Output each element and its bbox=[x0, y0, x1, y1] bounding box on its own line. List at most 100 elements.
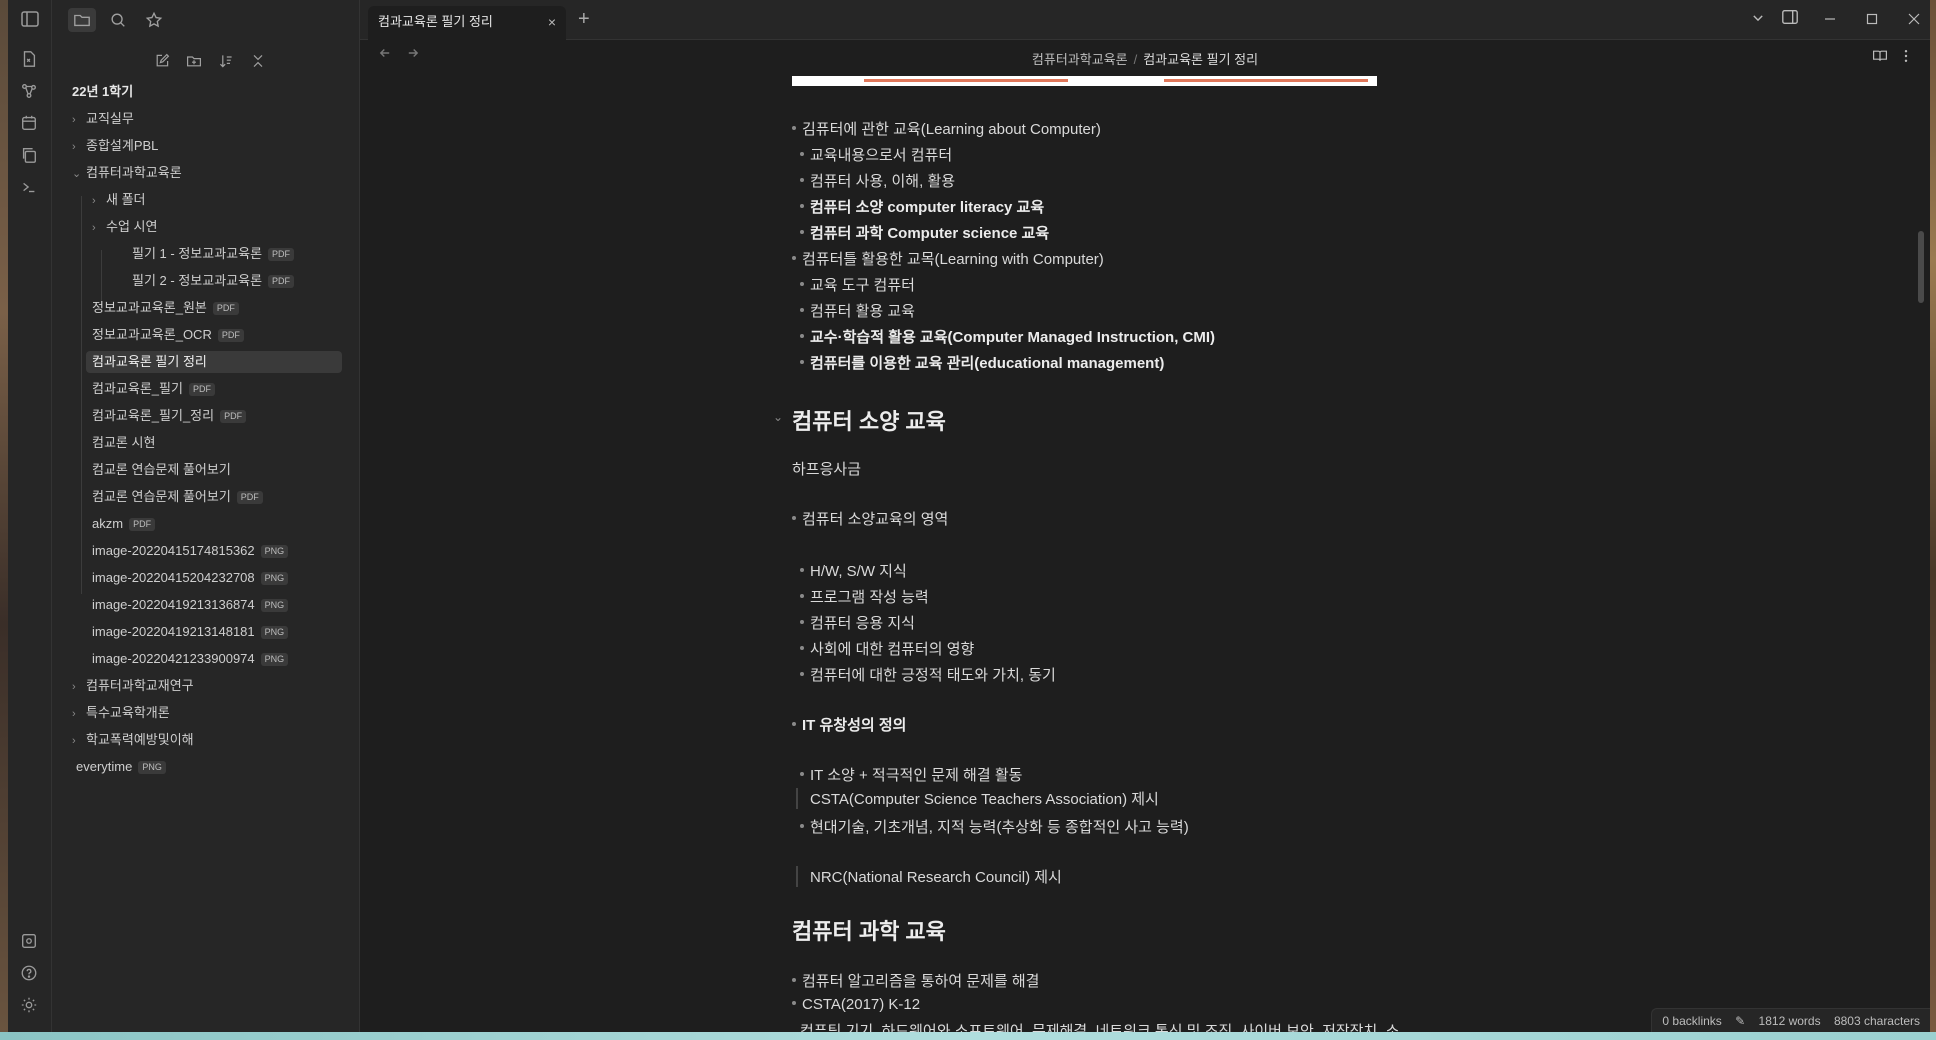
fold-chevron-icon[interactable]: ⌄ bbox=[773, 410, 783, 424]
obsidian-window: 22년 1학기 › 교직실무 › 종합설계PBL ⌄ 컴퓨터과학교육론 › 새 폴더 ›… bbox=[8, 0, 1930, 1032]
settings-icon[interactable] bbox=[20, 996, 40, 1016]
tree-file[interactable]: image-20220421233900974 PNG bbox=[92, 648, 289, 670]
file-type-badge: PDF bbox=[236, 491, 263, 505]
list-item: 컴퓨터에 대한 긍정적 태도와 가치, 동기 bbox=[800, 664, 1056, 685]
tree-file[interactable]: 컴교론 시현 bbox=[92, 432, 155, 454]
taskbar-edge bbox=[0, 1032, 1936, 1040]
tree-file[interactable]: image-20220419213136874 PNG bbox=[92, 594, 289, 616]
tree-file[interactable]: image-20220415204232708 PNG bbox=[92, 567, 289, 589]
tree-file[interactable]: 필기 2 - 정보교과교육론 PDF bbox=[132, 270, 295, 292]
file-type-badge: PNG bbox=[260, 653, 289, 667]
terminal-icon[interactable] bbox=[20, 178, 40, 198]
collapse-all-icon[interactable] bbox=[247, 50, 269, 72]
tab-title: 컴과교육론 필기 정리 bbox=[378, 14, 493, 29]
copy-icon[interactable] bbox=[20, 146, 40, 166]
star-icon[interactable] bbox=[140, 8, 168, 32]
reading-view-icon[interactable] bbox=[1872, 48, 1888, 69]
tab-list-chevron-icon[interactable] bbox=[1746, 8, 1770, 32]
minimize-icon[interactable] bbox=[1818, 8, 1842, 32]
paragraph: 하프응사금 bbox=[792, 461, 862, 478]
tab-active[interactable]: 컴과교육론 필기 정리 × bbox=[368, 6, 566, 40]
editor-content[interactable]: 김퓨터에 관한 교육(Learning about Computer) 교육내용… bbox=[360, 76, 1930, 1032]
tree-file[interactable]: everytime PNG bbox=[76, 756, 166, 778]
backlinks-count[interactable]: 0 backlinks bbox=[1662, 1014, 1721, 1028]
breadcrumb-parent[interactable]: 컴퓨터과학교육론 bbox=[1032, 52, 1128, 67]
help-icon[interactable] bbox=[20, 964, 40, 984]
tab-bar: 컴과교육론 필기 정리 × + bbox=[360, 0, 1930, 40]
list-item: 교육 도구 컴퓨터 bbox=[800, 274, 915, 295]
list-item: IT 소양 + 적극적인 문제 해결 활동 bbox=[800, 764, 1022, 785]
file-type-badge: PNG bbox=[260, 599, 289, 613]
calendar-icon[interactable] bbox=[20, 114, 40, 134]
scrollbar-thumb[interactable] bbox=[1918, 231, 1924, 303]
list-item: 교육내용으로서 컴퓨터 bbox=[800, 144, 952, 165]
new-tab-icon[interactable]: + bbox=[578, 8, 590, 31]
list-item: 컴퓨터 과학 Computer science 교육 bbox=[800, 222, 1049, 243]
tree-file[interactable]: 컴과교육론_필기 PDF bbox=[92, 378, 215, 400]
right-sidebar-toggle-icon[interactable] bbox=[1778, 8, 1802, 32]
vault-icon[interactable] bbox=[20, 932, 40, 952]
new-note-icon[interactable] bbox=[151, 50, 173, 72]
list-item: 현대기술, 기초개념, 지적 능력(추상화 등 종합적인 사고 능력) bbox=[800, 816, 1189, 837]
tree-file[interactable]: 정보교과교육론_OCR PDF bbox=[92, 324, 244, 346]
file-explorer-sidebar: 22년 1학기 › 교직실무 › 종합설계PBL ⌄ 컴퓨터과학교육론 › 새 폴더 ›… bbox=[52, 0, 360, 1032]
sort-icon[interactable] bbox=[215, 50, 237, 72]
tree-file[interactable]: 컴과교육론_필기_정리 PDF bbox=[92, 405, 247, 427]
blockquote: NRC(National Research Council) 제시 bbox=[796, 866, 1062, 887]
list-item: 컴퓨터틀 활용한 교목(Learning with Computer) bbox=[792, 248, 1104, 269]
list-item: 컴퓨터 응용 지식 bbox=[800, 612, 915, 633]
vault-root-label[interactable]: 22년 1학기 bbox=[72, 81, 133, 103]
list-item: 컴퓨팅 기기, 하드웨어와 소프트웨어, 문제해결, 네트워크 통신 및 조직,… bbox=[800, 1023, 1400, 1032]
list-item: 김퓨터에 관한 교육(Learning about Computer) bbox=[792, 118, 1101, 139]
graph-view-icon[interactable] bbox=[20, 82, 40, 102]
tree-file-active[interactable]: 컴과교육론 필기 정리 bbox=[86, 351, 342, 373]
desktop-background-right bbox=[1930, 0, 1936, 1040]
tree-folder[interactable]: › 교직실무 bbox=[72, 108, 134, 130]
list-item: H/W, S/W 지식 bbox=[800, 560, 907, 581]
sidebar-tab-header bbox=[52, 0, 360, 40]
tab-close-icon[interactable]: × bbox=[548, 6, 556, 38]
new-folder-icon[interactable] bbox=[183, 50, 205, 72]
list-item: 교수·학습적 활용 교육(Computer Managed Instructio… bbox=[800, 326, 1215, 347]
file-type-badge: PNG bbox=[138, 761, 166, 775]
switcher-icon[interactable] bbox=[20, 50, 40, 70]
list-item: CSTA(2017) K-12 bbox=[792, 996, 920, 1013]
edit-pencil-icon[interactable]: ✎ bbox=[1735, 1014, 1745, 1028]
sidebar-toggle-icon[interactable] bbox=[20, 9, 40, 29]
file-type-badge: PNG bbox=[260, 572, 289, 586]
heading-computer-literacy: 컴퓨터 소양 교육 bbox=[792, 409, 946, 434]
folder-icon[interactable] bbox=[68, 8, 96, 32]
tree-folder[interactable]: › 학교폭력예방및이해 bbox=[72, 729, 194, 751]
tree-file[interactable]: akzm PDF bbox=[92, 513, 156, 535]
tree-file[interactable]: 컴교론 연습문제 풀어보기 PDF bbox=[92, 486, 263, 508]
tree-file[interactable]: 정보교과교육론_원본 PDF bbox=[92, 297, 239, 319]
file-type-badge: PDF bbox=[268, 275, 295, 289]
list-item: 프로그램 작성 능력 bbox=[800, 586, 929, 607]
tree-file[interactable]: image-20220419213148181 PNG bbox=[92, 621, 289, 643]
tree-file[interactable]: image-20220415174815362 PNG bbox=[92, 540, 289, 562]
file-type-badge: PDF bbox=[268, 248, 295, 262]
breadcrumb-current[interactable]: 컴과교육론 필기 정리 bbox=[1143, 52, 1258, 67]
tree-folder[interactable]: ⌄ 컴퓨터과학교육론 bbox=[72, 162, 182, 184]
tree-folder[interactable]: › 특수교육학개론 bbox=[72, 702, 170, 724]
list-item: 컴퓨터 활용 교육 bbox=[800, 300, 915, 321]
search-icon[interactable] bbox=[104, 8, 132, 32]
file-type-badge: PNG bbox=[260, 545, 289, 559]
tree-file[interactable]: 컴교론 연습문제 풀어보기 bbox=[92, 459, 231, 481]
list-item: 컴퓨터 사용, 이해, 활용 bbox=[800, 170, 955, 191]
tree-folder[interactable]: › 종합설계PBL bbox=[72, 135, 158, 157]
tree-folder[interactable]: › 수업 시연 bbox=[92, 216, 157, 238]
file-type-badge: PNG bbox=[260, 626, 289, 640]
tree-folder[interactable]: › 새 폴더 bbox=[92, 189, 146, 211]
view-header: 컴퓨터과학교육론 / 컴과교육론 필기 정리 bbox=[360, 40, 1930, 76]
tree-folder[interactable]: › 컴퓨터과학교재연구 bbox=[72, 675, 194, 697]
close-window-icon[interactable] bbox=[1902, 8, 1926, 32]
tree-file[interactable]: 필기 1 - 정보교과교육론 PDF bbox=[132, 243, 295, 265]
list-item: 사회에 대한 컴퓨터의 영향 bbox=[800, 638, 974, 659]
breadcrumb: 컴퓨터과학교육론 / 컴과교육론 필기 정리 bbox=[1031, 52, 1259, 67]
file-type-badge: PDF bbox=[220, 410, 247, 424]
maximize-icon[interactable] bbox=[1860, 8, 1884, 32]
more-options-icon[interactable] bbox=[1898, 48, 1914, 69]
list-item: IT 유창성의 정의 bbox=[792, 714, 906, 735]
desktop-background-left bbox=[0, 0, 8, 1040]
